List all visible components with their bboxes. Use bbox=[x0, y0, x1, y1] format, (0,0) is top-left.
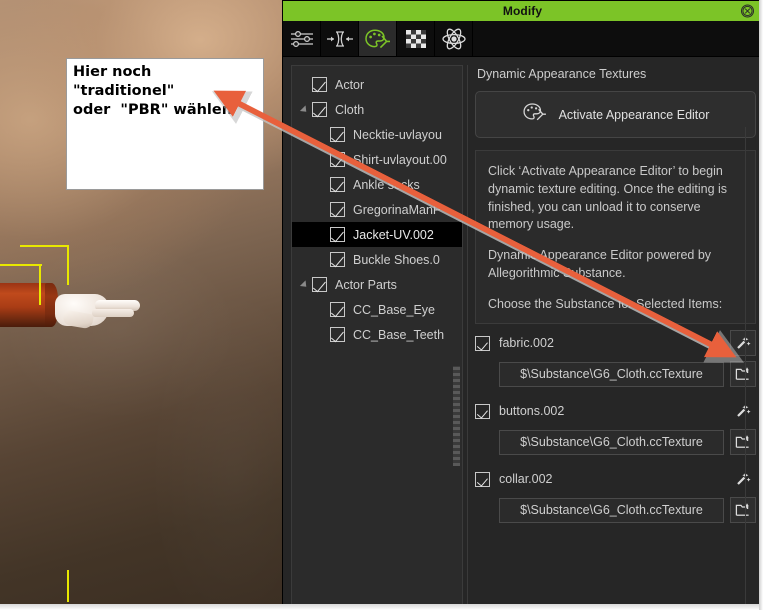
substance-header: buttons.002 bbox=[475, 400, 756, 422]
substance-header: collar.002 bbox=[475, 468, 756, 490]
substance-item: collar.002 $\Substance\G6_Cloth.ccTexture bbox=[475, 468, 756, 524]
checkbox-checked-icon[interactable] bbox=[330, 127, 345, 142]
expander-triangle-icon[interactable] bbox=[296, 104, 312, 115]
tree-item-jacket-uv-002[interactable]: Jacket-UV.002 bbox=[292, 222, 462, 247]
checkbox-checked-icon[interactable] bbox=[330, 327, 345, 342]
selection-gizmo-line bbox=[20, 245, 68, 247]
close-icon[interactable] bbox=[741, 4, 754, 18]
object-tree-panel[interactable]: Actor Cloth Necktie-uvlayou Shirt-uvlayout.… bbox=[291, 65, 463, 610]
tree-item-label: Actor Parts bbox=[335, 277, 397, 292]
selection-gizmo-line bbox=[67, 245, 69, 285]
tree-item-cloth[interactable]: Cloth bbox=[292, 97, 462, 122]
checkbox-checked-icon[interactable] bbox=[330, 227, 345, 242]
tree-scrollbar[interactable] bbox=[453, 366, 460, 466]
substance-list: fabric.002 $\Substance\G6_Cloth.ccTexture… bbox=[475, 330, 756, 524]
tree-item-label: GregorinaManP bbox=[353, 202, 442, 217]
tree-item-actor-parts[interactable]: Actor Parts bbox=[292, 272, 462, 297]
substance-name: buttons.002 bbox=[499, 404, 565, 419]
tree-item-label: Cloth bbox=[335, 102, 365, 117]
tree-item-label: Jacket-UV.002 bbox=[353, 227, 434, 242]
tree-item-ankle-socks[interactable]: Ankle socks bbox=[292, 172, 462, 197]
panel-splitter[interactable] bbox=[463, 65, 473, 610]
checkbox-checked-icon[interactable] bbox=[312, 77, 327, 92]
character-hand-fingers-lower bbox=[92, 309, 134, 317]
tree-item-necktie-uvlayou[interactable]: Necktie-uvlayou bbox=[292, 122, 462, 147]
info-paragraph-3: Choose the Substance for Selected Items: bbox=[488, 296, 723, 311]
panel-tabstrip bbox=[283, 21, 762, 57]
tab-shape-adjust[interactable] bbox=[321, 21, 359, 56]
modify-panel: Modify Actor Cloth Necktie-uvlayou Shirt… bbox=[282, 0, 763, 610]
checkbox-checked-icon[interactable] bbox=[312, 102, 327, 117]
page-title: Modify bbox=[502, 4, 543, 18]
tree-item-label: Ankle socks bbox=[353, 177, 420, 192]
checkbox-checked-icon[interactable] bbox=[475, 471, 490, 487]
panel-body: Actor Cloth Necktie-uvlayou Shirt-uvlayout.… bbox=[283, 57, 762, 610]
tab-physics[interactable] bbox=[435, 21, 473, 56]
palette-icon bbox=[522, 102, 548, 127]
substance-path-field[interactable]: $\Substance\G6_Cloth.ccTexture bbox=[499, 361, 724, 387]
tree-item-label: Necktie-uvlayou bbox=[353, 127, 442, 142]
section-title: Dynamic Appearance Textures bbox=[477, 67, 647, 81]
substance-item: buttons.002 $\Substance\G6_Cloth.ccTextur… bbox=[475, 400, 756, 456]
substance-path-row: $\Substance\G6_Cloth.ccTexture bbox=[475, 497, 756, 524]
tab-modify-sliders[interactable] bbox=[283, 21, 321, 56]
tree-item-buckle-shoes-0[interactable]: Buckle Shoes.0 bbox=[292, 247, 462, 272]
selection-gizmo-line bbox=[0, 264, 42, 266]
activate-button-label: Activate Appearance Editor bbox=[558, 107, 710, 122]
annotation-note-box: Hier noch "traditionel" oder "PBR" wähle… bbox=[66, 58, 264, 190]
info-paragraph-2: Dynamic Appearance Editor powered by All… bbox=[488, 248, 712, 280]
tree-item-label: Actor bbox=[335, 77, 365, 92]
panel-titlebar: Modify bbox=[283, 1, 762, 21]
checkbox-checked-icon[interactable] bbox=[330, 152, 345, 167]
panel-scrollbar[interactable] bbox=[745, 127, 753, 609]
substance-name: collar.002 bbox=[499, 472, 553, 487]
tab-material[interactable] bbox=[397, 21, 435, 56]
tree-item-label: Buckle Shoes.0 bbox=[353, 252, 440, 267]
tree-item-label: Shirt-uvlayout.00 bbox=[353, 152, 447, 167]
info-paragraph-1: Click ‘Activate Appearance Editor’ to be… bbox=[488, 164, 728, 232]
selection-gizmo-line bbox=[39, 264, 41, 305]
info-box: Click ‘Activate Appearance Editor’ to be… bbox=[475, 150, 756, 325]
substance-path-row: $\Substance\G6_Cloth.ccTexture bbox=[475, 429, 756, 456]
tree-item-cc-base-eye[interactable]: CC_Base_Eye bbox=[292, 297, 462, 322]
tree-item-actor[interactable]: Actor bbox=[292, 72, 462, 97]
appearance-pane: Dynamic Appearance Textures Activate App… bbox=[473, 65, 756, 610]
checkbox-checked-icon[interactable] bbox=[330, 202, 345, 217]
substance-item: fabric.002 $\Substance\G6_Cloth.ccTexture bbox=[475, 330, 756, 388]
screenshot-root: Modify Actor Cloth Necktie-uvlayou Shirt… bbox=[0, 0, 763, 610]
checkbox-checked-icon[interactable] bbox=[475, 403, 490, 419]
expander-triangle-icon[interactable] bbox=[296, 279, 312, 290]
tree-item-label: CC_Base_Teeth bbox=[353, 327, 445, 342]
tree-item-shirt-uvlayout-00[interactable]: Shirt-uvlayout.00 bbox=[292, 147, 462, 172]
screenshot-frame-bottom bbox=[0, 604, 763, 610]
checkbox-checked-icon[interactable] bbox=[330, 302, 345, 317]
screenshot-frame-right bbox=[759, 0, 763, 610]
annotation-line: Hier noch bbox=[73, 64, 152, 80]
substance-name: fabric.002 bbox=[499, 336, 554, 351]
tab-appearance[interactable] bbox=[359, 21, 397, 56]
activate-appearance-editor-button[interactable]: Activate Appearance Editor bbox=[475, 91, 756, 138]
annotation-line: "traditionel" bbox=[73, 83, 175, 100]
substance-path-field[interactable]: $\Substance\G6_Cloth.ccTexture bbox=[499, 429, 724, 455]
checkbox-checked-icon[interactable] bbox=[475, 335, 490, 351]
object-tree: Actor Cloth Necktie-uvlayou Shirt-uvlayout.… bbox=[292, 66, 462, 347]
checkbox-checked-icon[interactable] bbox=[330, 177, 345, 192]
checkbox-checked-icon[interactable] bbox=[312, 277, 327, 292]
annotation-line: oder "PBR" wählen bbox=[73, 102, 233, 119]
tree-item-cc-base-teeth[interactable]: CC_Base_Teeth bbox=[292, 322, 462, 347]
tree-item-label: CC_Base_Eye bbox=[353, 302, 435, 317]
selection-gizmo-line bbox=[67, 570, 69, 602]
tree-item-gregorinamanp[interactable]: GregorinaManP bbox=[292, 197, 462, 222]
checkbox-checked-icon[interactable] bbox=[330, 252, 345, 267]
substance-path-row: $\Substance\G6_Cloth.ccTexture bbox=[475, 361, 756, 388]
substance-header: fabric.002 bbox=[475, 330, 756, 357]
substance-path-field[interactable]: $\Substance\G6_Cloth.ccTexture bbox=[499, 497, 724, 523]
